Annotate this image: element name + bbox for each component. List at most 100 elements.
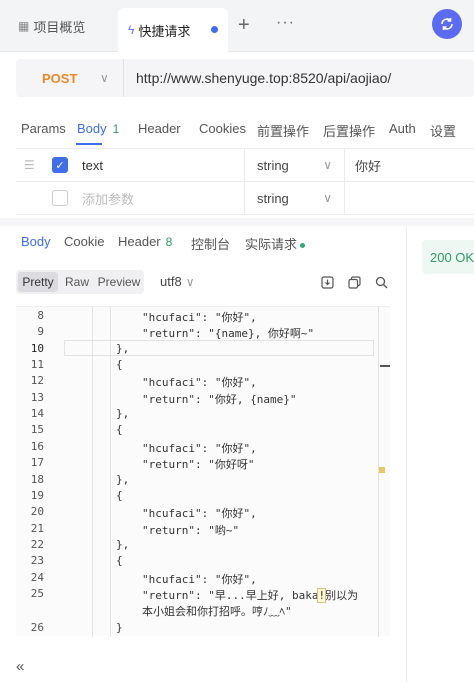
new-tab-plus-icon[interactable]: +: [238, 14, 250, 37]
resp-tab-body[interactable]: Body: [21, 234, 51, 249]
resp-tab-actual-request[interactable]: 实际请求: [245, 234, 306, 253]
line-number: 15: [30, 423, 44, 436]
copy-icon[interactable]: [345, 273, 363, 291]
code-line: "hcufaci": "你好",: [142, 311, 257, 324]
format-raw-button[interactable]: Raw: [60, 272, 94, 292]
collapse-panel-icon[interactable]: «: [16, 658, 24, 675]
code-line: }: [116, 621, 123, 634]
chevron-down-icon: ∨: [185, 275, 195, 289]
url-input[interactable]: http://www.shenyuge.top:8520/api/aojiao/: [124, 70, 391, 86]
download-icon[interactable]: [318, 273, 336, 291]
param-enabled-checkbox[interactable]: [52, 190, 68, 206]
code-line: },: [116, 407, 130, 420]
table-row: 添加参数 string ∨: [16, 182, 474, 215]
line-number: 12: [30, 374, 44, 387]
line-number: 21: [30, 522, 44, 535]
line-number: 19: [30, 489, 44, 502]
param-value-input[interactable]: [344, 182, 474, 214]
line-number: 13: [30, 391, 44, 404]
response-tabs: Body Cookie Header 8 控制台 实际请求: [0, 226, 406, 260]
code-line-part: "return": "早...早上好, baka: [142, 589, 319, 602]
code-line: {: [116, 489, 123, 502]
tab-pre-processors[interactable]: 前置操作: [257, 121, 309, 140]
more-dots-icon[interactable]: ···: [276, 14, 295, 32]
line-number: 8: [37, 309, 44, 322]
line-number: 23: [30, 554, 44, 567]
resp-tab-console[interactable]: 控制台: [191, 234, 230, 253]
code-line-part: 别以为: [325, 589, 359, 602]
param-type-label: string: [257, 190, 289, 206]
param-type-label: string: [257, 157, 289, 173]
indent-guide: [92, 307, 93, 637]
line-number: 14: [30, 407, 44, 420]
tab-header[interactable]: Header: [138, 121, 181, 136]
code-line: "return": "早...早上好, baka!别以为: [142, 587, 358, 603]
tab-quick-request-label: 快捷请求: [138, 23, 191, 39]
tab-params[interactable]: Params: [21, 121, 66, 136]
chevron-down-icon: ∨: [323, 191, 332, 205]
tab-project-overview-label: 项目概览: [33, 19, 86, 35]
code-line: },: [116, 538, 130, 551]
code-line: "return": "{name}, 你好啊~": [142, 327, 315, 340]
divider: [0, 218, 474, 226]
indent-guide: [110, 307, 111, 637]
code-line: },: [116, 342, 130, 355]
request-tabs: Params Body 1 Header Cookies 前置操作 后置操作 Au…: [0, 112, 474, 146]
format-preview-button[interactable]: Preview: [96, 272, 142, 292]
format-segmented-control: Pretty Raw Preview: [16, 270, 144, 294]
tab-quick-request[interactable]: ϟ 快捷请求: [118, 8, 228, 52]
unsaved-dot-icon: [211, 26, 218, 33]
search-icon[interactable]: [372, 273, 390, 291]
format-pretty-button[interactable]: Pretty: [18, 272, 58, 292]
method-select[interactable]: POST ∨: [16, 59, 124, 97]
param-name-input[interactable]: text: [82, 149, 103, 181]
tab-settings[interactable]: 设置: [430, 121, 456, 140]
current-line-highlight: [64, 340, 374, 356]
tab-cookies[interactable]: Cookies: [199, 121, 246, 136]
status-dot-icon: [300, 243, 306, 249]
tab-project-overview[interactable]: ▦ 项目概览: [18, 8, 85, 44]
sync-button[interactable]: [432, 9, 462, 39]
line-number: 10: [30, 342, 44, 355]
lightning-icon: ϟ: [128, 23, 135, 37]
drag-handle-icon[interactable]: ☰: [24, 149, 35, 181]
resp-tab-actual-request-label: 实际请求: [245, 237, 298, 252]
code-line: {: [116, 358, 123, 371]
grid-icon: ▦: [18, 19, 30, 33]
code-line-wrap: 本小姐会和你打招呼。哼ﾉ﹏ﾍ": [142, 605, 292, 618]
tab-auth[interactable]: Auth: [389, 121, 416, 136]
encoding-select[interactable]: utf8 ∨: [160, 274, 194, 289]
resp-tab-header[interactable]: Header 8: [118, 234, 172, 249]
param-enabled-checkbox[interactable]: ✓: [52, 157, 68, 173]
line-number: 22: [30, 538, 44, 551]
tab-body[interactable]: Body 1: [77, 121, 119, 136]
active-tab-indicator: [76, 143, 102, 145]
line-number: 26: [30, 621, 44, 634]
resp-tab-header-badge: 8: [165, 235, 173, 249]
add-param-input[interactable]: 添加参数: [82, 182, 134, 214]
panel-divider: [406, 226, 407, 682]
search-match-marker: [379, 467, 385, 473]
code-line: "hcufaci": "你好",: [142, 507, 257, 520]
line-number: 16: [30, 440, 44, 453]
encoding-label: utf8: [160, 274, 182, 289]
tab-post-processors[interactable]: 后置操作: [323, 121, 375, 140]
method-label: POST: [42, 70, 78, 86]
code-line: "hcufaci": "你好",: [142, 442, 257, 455]
tab-body-label: Body: [77, 121, 107, 136]
line-number: 11: [30, 358, 44, 371]
table-row: ☰ ✓ text string ∨ 你好: [16, 149, 474, 182]
cursor-position-marker: [380, 365, 390, 367]
code-line: {: [116, 554, 123, 567]
line-number: 20: [30, 505, 44, 518]
code-line: "hcufaci": "你好",: [142, 573, 257, 586]
top-tab-bar: ▦ 项目概览 ϟ 快捷请求 + ···: [0, 0, 474, 52]
response-code-editor[interactable]: 8 "hcufaci": "你好", 9 "return": "{name}, …: [16, 306, 390, 637]
sync-icon: [441, 18, 453, 30]
param-type-select[interactable]: string ∨: [244, 149, 344, 181]
param-value-input[interactable]: 你好: [344, 149, 474, 181]
line-number: 9: [37, 325, 44, 338]
chevron-down-icon: ∨: [323, 158, 332, 172]
resp-tab-cookie[interactable]: Cookie: [64, 234, 104, 249]
param-type-select[interactable]: string ∨: [244, 182, 344, 214]
